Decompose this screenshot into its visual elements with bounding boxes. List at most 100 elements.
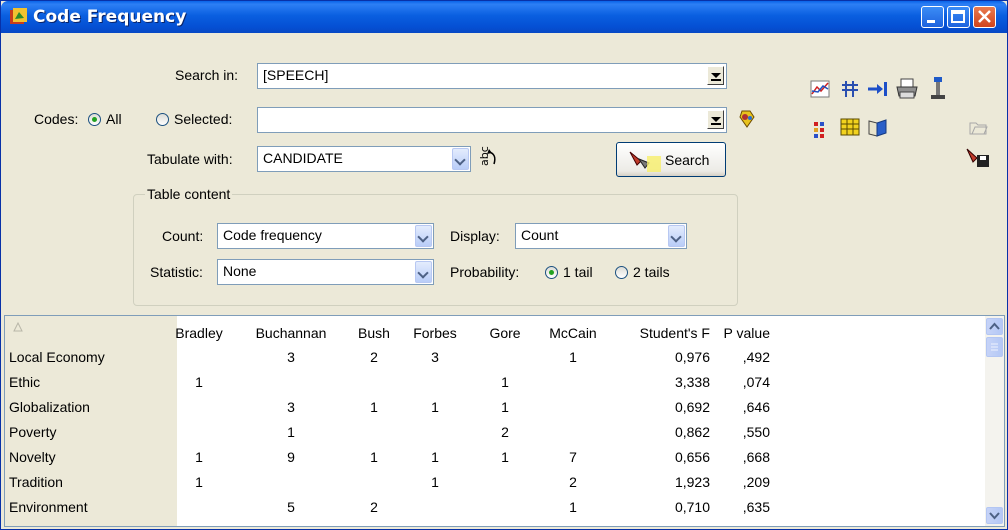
table-cell[interactable]: ,635 [743,499,770,515]
statistic-label: Statistic: [150,264,203,280]
table-cell[interactable]: ,668 [743,449,770,465]
column-header[interactable]: Bush [358,325,390,341]
row-label[interactable]: Novelty [9,449,56,465]
table-cell[interactable]: 0,976 [675,349,710,365]
selected-codes-dropdown[interactable] [257,107,727,133]
statistic-dropdown[interactable]: None [217,259,434,285]
table-cell[interactable]: 3,338 [675,374,710,390]
table-cell[interactable]: 1 [195,474,203,490]
table-cell[interactable]: ,209 [743,474,770,490]
table-cell[interactable]: 1 [370,449,378,465]
display-label: Display: [450,228,500,244]
row-label[interactable]: Environment [9,499,88,515]
column-header[interactable]: Gore [489,325,520,341]
table-cell[interactable]: ,550 [743,424,770,440]
chevron-down-icon [989,512,1000,520]
open-file-icon[interactable] [967,117,989,137]
vertical-scrollbar[interactable] [985,316,1004,526]
code-frequency-window: Code Frequency Search in: [SPEECH] Codes… [0,0,1008,530]
table-cell[interactable]: 0,692 [675,399,710,415]
tool-icon[interactable] [928,75,948,101]
table-cell[interactable]: 2 [501,424,509,440]
codes-selected-radio[interactable] [156,113,169,126]
grid-icon[interactable] [839,117,861,137]
table-cell[interactable]: 1 [431,474,439,490]
export-icon[interactable] [867,79,889,99]
row-label[interactable]: Local Economy [9,349,105,365]
column-header[interactable]: P value [724,325,770,341]
search-in-dropdown[interactable]: [SPEECH] [257,63,727,89]
table-cell[interactable]: 1 [431,399,439,415]
close-button[interactable] [973,6,996,28]
table-cell[interactable]: 0,862 [675,424,710,440]
table-cell[interactable]: 1 [501,399,509,415]
table-cell[interactable]: 0,710 [675,499,710,515]
display-value: Count [521,227,559,243]
table-cell[interactable]: 2 [370,349,378,365]
table-cell[interactable]: 3 [287,399,295,415]
column-header[interactable]: Forbes [413,325,457,341]
table-cell[interactable]: 1 [569,349,577,365]
tabulate-dropdown[interactable]: CANDIDATE [257,146,471,172]
table-cell[interactable]: 1 [501,374,509,390]
row-label[interactable]: Ethic [9,374,40,390]
codes-all-radio[interactable] [88,113,101,126]
table-cell[interactable]: 1 [287,424,295,440]
count-dropdown[interactable]: Code frequency [217,223,434,249]
dropdown-arrow-icon[interactable] [452,148,469,170]
code-picker-icon[interactable] [736,109,758,129]
codes-all-label: All [106,111,122,127]
table-cell[interactable]: 1 [569,499,577,515]
dropdown-arrow-icon[interactable] [415,225,432,247]
table-cell[interactable]: 3 [287,349,295,365]
column-header[interactable]: Student's F [640,325,710,341]
dropdown-arrow-icon[interactable] [707,110,724,129]
table-cell[interactable]: ,646 [743,399,770,415]
table-cell[interactable]: 9 [287,449,295,465]
row-label[interactable]: Globalization [9,399,90,415]
table-cell[interactable]: 1 [195,449,203,465]
table-cell[interactable]: 0,656 [675,449,710,465]
book-icon[interactable] [867,117,889,137]
chart-icon[interactable] [809,79,831,99]
heatmap-icon[interactable] [811,119,833,139]
table-cell[interactable]: ,074 [743,374,770,390]
display-dropdown[interactable]: Count [515,223,687,249]
table-cell[interactable]: ,492 [743,349,770,365]
save-icon[interactable] [965,145,991,169]
minimize-button[interactable] [921,6,944,28]
scroll-down-button[interactable] [986,507,1003,524]
dropdown-arrow-icon[interactable] [668,225,685,247]
sort-indicator-icon[interactable] [13,322,23,332]
table-cell[interactable]: 3 [431,349,439,365]
table-cell[interactable]: 7 [569,449,577,465]
table-cell[interactable]: 1 [370,399,378,415]
tabulate-value: CANDIDATE [263,150,343,166]
sort-abc-icon[interactable]: abc [475,146,499,172]
column-header[interactable]: Bradley [175,325,222,341]
prob-1tail-radio[interactable] [545,266,558,279]
table-cell[interactable]: 2 [370,499,378,515]
columns-icon[interactable] [839,79,861,99]
prob-2tails-radio[interactable] [615,266,628,279]
dropdown-arrow-icon[interactable] [415,261,432,283]
search-button-label: Search [665,152,710,168]
table-cell[interactable]: 1 [501,449,509,465]
search-button[interactable]: Search [616,142,726,177]
table-cell[interactable]: 5 [287,499,295,515]
dropdown-arrow-icon[interactable] [707,66,724,85]
scroll-thumb[interactable] [986,337,1003,357]
row-label[interactable]: Tradition [9,474,63,490]
title-bar[interactable]: Code Frequency [1,1,1007,33]
column-header[interactable]: McCain [549,325,596,341]
print-icon[interactable] [894,77,920,101]
table-cell[interactable]: 1,923 [675,474,710,490]
grip-icon [991,343,998,351]
row-label[interactable]: Poverty [9,424,56,440]
table-cell[interactable]: 1 [431,449,439,465]
maximize-button[interactable] [947,6,970,28]
column-header[interactable]: Buchannan [256,325,327,341]
table-cell[interactable]: 2 [569,474,577,490]
scroll-up-button[interactable] [986,318,1003,335]
table-cell[interactable]: 1 [195,374,203,390]
